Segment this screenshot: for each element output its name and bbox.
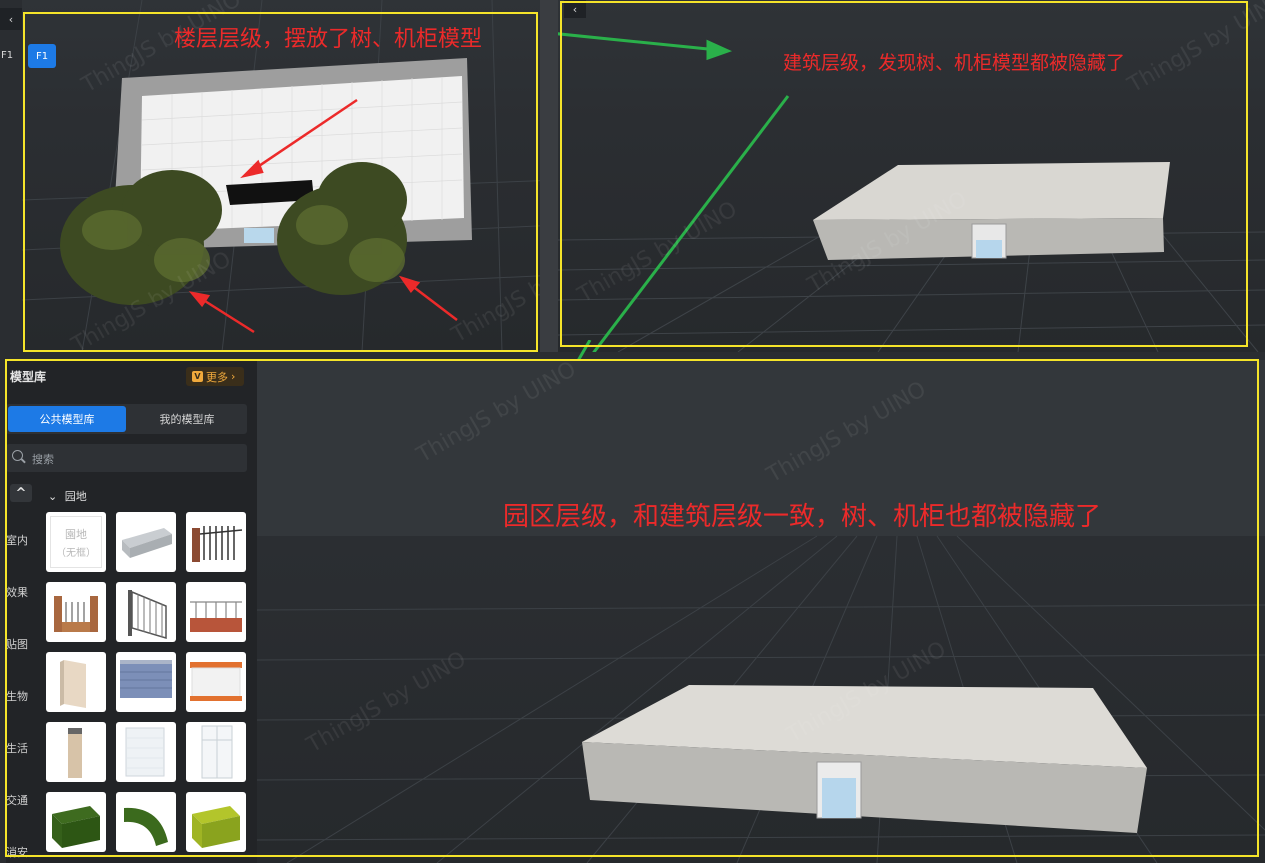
search-input[interactable]: 搜索 [6,444,247,472]
more-label: 更多 [206,370,228,384]
thumb-hedge-box[interactable] [46,792,106,852]
more-button[interactable]: V 更多 › [186,367,244,386]
thumb-hedge-yellow[interactable] [186,792,246,852]
category-traffic[interactable]: 交通 [6,792,36,808]
library-tabs: 公共模型库 我的模型库 [6,404,247,434]
panel-title: 模型库 [10,370,47,384]
thumb-hedge-curve[interactable] [116,792,176,852]
group-label: 园地 [64,490,87,503]
thumb-stone-bench[interactable] [116,512,176,572]
thumb-line-1: 園地 [65,528,87,541]
thumb-orange-strip-wall[interactable] [186,652,246,712]
category-life[interactable]: 生活 [6,740,36,756]
group-header[interactable]: ⌄ 园地 [48,488,87,504]
building-level-scene[interactable]: ThingJS by UINO ThingJS by UINO ThingJS … [558,0,1265,352]
thumb-brick-fence[interactable] [46,582,106,642]
chevron-left-icon: ‹ [8,12,14,26]
thumb-iron-gate[interactable] [186,512,246,572]
chevron-left-icon: ‹ [572,2,578,16]
chevron-down-icon: ⌄ [48,490,58,503]
building-annotation: 建筑层级，发现树、机柜模型都被隐藏了 [783,52,1126,74]
floor-level-scene[interactable]: ThingJS by UINO ThingJS by UINO ThingJS … [22,0,558,352]
category-textures[interactable]: 贴图 [6,636,36,652]
tab-my-library[interactable]: 我的模型库 [128,406,246,432]
search-icon [12,450,23,461]
thumb-post-panel[interactable] [46,722,106,782]
chevron-right-icon: › [231,370,236,383]
collapse-button[interactable]: ^ [10,484,32,502]
thumb-metal-gate[interactable] [116,582,176,642]
category-safety[interactable]: 消安 [6,844,36,860]
thumb-blue-brick-wall[interactable] [116,652,176,712]
floor-button[interactable]: F1 [28,44,56,68]
divider [540,0,558,352]
category-indoor[interactable]: 室内 [6,532,36,548]
back-button[interactable]: ‹ [0,8,22,30]
category-creatures[interactable]: 生物 [6,688,36,704]
floor-chip[interactable]: F1 [1,50,13,61]
thumb-glass-panel[interactable] [116,722,176,782]
back-button[interactable]: ‹ [564,0,586,18]
floor-annotation: 楼层层级，摆放了树、机柜模型 [174,27,483,52]
search-placeholder: 搜索 [32,453,54,466]
thumb-glass-door[interactable] [186,722,246,782]
campus-annotation: 园区层级，和建筑层级一致，树、机柜也都被隐藏了 [503,502,1102,532]
campus-level-scene[interactable]: ThingJS by UINO ThingJS by UINO ThingJS … [257,360,1265,863]
vip-icon: V [192,371,203,382]
model-library-panel: 模型库 V 更多 › 公共模型库 我的模型库 搜索 ^ 室内 效果 贴图 生物 … [6,360,257,863]
thumb-rail-fence[interactable] [186,582,246,642]
thumb-wall-panel[interactable] [46,652,106,712]
tab-public-library[interactable]: 公共模型库 [8,406,126,432]
thumb-line-2: （无框） [56,548,96,559]
campus-grid [257,360,1265,863]
category-effects[interactable]: 效果 [6,584,36,600]
thumb-garden-placeholder[interactable]: 園地 （无框） [46,512,106,572]
